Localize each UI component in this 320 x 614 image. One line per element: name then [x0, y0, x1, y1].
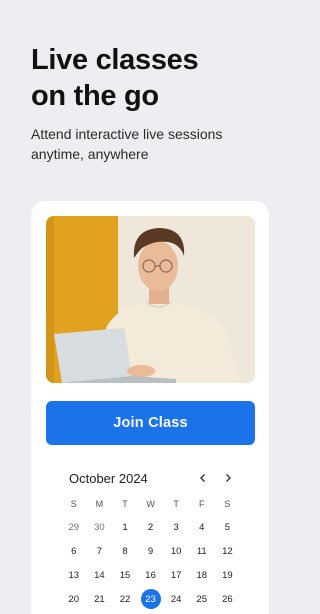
- calendar-day[interactable]: 26: [215, 589, 241, 609]
- subtitle-line-2: anytime, anywhere: [31, 146, 149, 162]
- class-photo: [46, 216, 255, 383]
- weekday-label: W: [146, 499, 155, 509]
- weekday-label: M: [95, 499, 104, 509]
- weekday-label: F: [199, 499, 205, 509]
- calendar-day[interactable]: 25: [189, 589, 215, 609]
- calendar-week-row: 13 14 15 16 17 18 19: [61, 563, 256, 587]
- calendar-day[interactable]: 12: [215, 541, 241, 561]
- chevron-right-icon[interactable]: [219, 469, 237, 487]
- calendar-day[interactable]: 18: [189, 565, 215, 585]
- calendar-week-row: 29 30 1 2 3 4 5: [61, 515, 256, 539]
- join-class-button[interactable]: Join Class: [46, 401, 255, 445]
- weekday-label: T: [122, 499, 128, 509]
- calendar-header: October 2024: [69, 471, 249, 487]
- chevron-left-icon[interactable]: [194, 469, 212, 487]
- calendar-day[interactable]: 5: [215, 517, 241, 537]
- calendar-day[interactable]: 4: [189, 517, 215, 537]
- calendar-grid: S M T W T F S 29 30 1 2 3 4 5 6 7 8 9 10 11 12 13 14 15 1…: [61, 497, 256, 611]
- calendar-day[interactable]: 15: [112, 565, 138, 585]
- calendar-day[interactable]: 3: [163, 517, 189, 537]
- calendar-day[interactable]: 11: [189, 541, 215, 561]
- calendar-month-label: October 2024: [69, 471, 148, 486]
- weekday-label: S: [224, 499, 231, 509]
- title-line-1: Live classes: [31, 44, 199, 76]
- calendar-day[interactable]: 2: [138, 517, 164, 537]
- calendar-day[interactable]: 21: [87, 589, 113, 609]
- calendar-day[interactable]: 17: [163, 565, 189, 585]
- calendar-day[interactable]: 24: [163, 589, 189, 609]
- calendar-day[interactable]: 22: [112, 589, 138, 609]
- calendar-day[interactable]: 14: [87, 565, 113, 585]
- calendar-day[interactable]: 19: [215, 565, 241, 585]
- calendar-day[interactable]: 13: [61, 565, 87, 585]
- page-title: Live classes on the go: [31, 42, 281, 114]
- title-line-2: on the go: [31, 80, 159, 112]
- weekday-label: T: [173, 499, 179, 509]
- calendar-day[interactable]: 6: [61, 541, 87, 561]
- calendar-day-selected[interactable]: 23: [138, 589, 164, 609]
- calendar-day[interactable]: 16: [138, 565, 164, 585]
- weekday-label: S: [70, 499, 77, 509]
- subtitle-line-1: Attend interactive live sessions: [31, 126, 223, 142]
- calendar-day[interactable]: 8: [112, 541, 138, 561]
- calendar-day[interactable]: 30: [87, 517, 113, 537]
- calendar-day[interactable]: 29: [61, 517, 87, 537]
- calendar-day[interactable]: 9: [138, 541, 164, 561]
- class-card: Join Class October 2024 S M T W T F S 29…: [31, 201, 269, 614]
- calendar-day[interactable]: 7: [87, 541, 113, 561]
- calendar-day[interactable]: 20: [61, 589, 87, 609]
- calendar-day-label: 23: [140, 589, 161, 609]
- calendar-day[interactable]: 1: [112, 517, 138, 537]
- page-subtitle: Attend interactive live sessions anytime…: [31, 124, 271, 164]
- calendar-weekday-row: S M T W T F S: [61, 497, 256, 511]
- calendar-week-row: 6 7 8 9 10 11 12: [61, 539, 256, 563]
- calendar-day[interactable]: 10: [163, 541, 189, 561]
- calendar-week-row: 20 21 22 23 24 25 26: [61, 587, 256, 611]
